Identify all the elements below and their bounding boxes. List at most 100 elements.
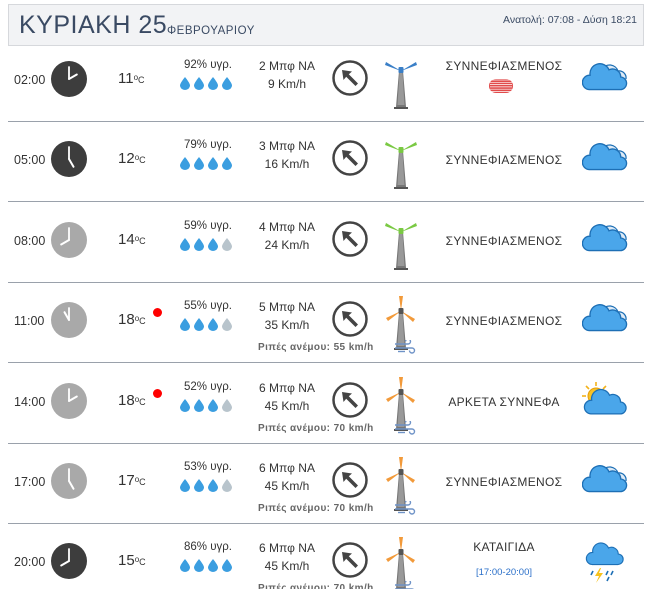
weather-condition: ΣΥΝΝΕΦΙΑΣΜΕΝΟΣ xyxy=(445,475,563,489)
humidity-drop-icon xyxy=(208,237,218,256)
gust-label: Ριπές ανέμου: xyxy=(258,422,331,434)
humidity-drop-icon xyxy=(222,559,232,577)
wind-speed: 16 Km/h xyxy=(264,157,310,172)
row-time: 11:00 xyxy=(14,314,45,329)
wind-beaufort: 6 Μπφ ΝΑ xyxy=(259,541,315,556)
month-label: ΦΕΒΡΟΥΑΡΙΟΥ xyxy=(167,25,255,37)
wind-direction-arrow-icon xyxy=(331,461,369,504)
clock-icon xyxy=(51,61,87,97)
humidity-drops xyxy=(180,559,232,577)
temperature: 15oC xyxy=(118,552,146,570)
humidity-drop-icon xyxy=(194,77,204,95)
wind-turbine-icon xyxy=(382,214,420,277)
wind-direction-arrow-icon xyxy=(331,381,369,424)
humidity-drop-icon xyxy=(208,318,218,336)
humidity-drop-icon xyxy=(208,479,218,497)
wind-gust: Ριπές ανέμου: 70 km/h xyxy=(258,583,374,589)
wind-speed: 45 Km/h xyxy=(264,398,310,413)
temperature-value: 14 xyxy=(118,230,135,248)
humidity-drop-icon xyxy=(222,77,232,95)
humidity-drop-icon xyxy=(180,398,190,417)
wind-beaufort: 5 Μπφ ΝΑ xyxy=(259,300,315,315)
temperature: 14oC xyxy=(118,230,146,248)
cloud-weather-icon xyxy=(581,139,628,188)
wind-gust: Ριπές ανέμου: 70 km/h xyxy=(258,423,374,434)
humidity-drop-icon xyxy=(194,157,204,175)
forecast-row: 20:00 15oC 86% υγρ. 6 Μπφ ΝΑ 45 Km/h Ριπ… xyxy=(8,524,644,589)
humidity-drops xyxy=(180,398,232,417)
temperature-unit: C xyxy=(139,316,146,327)
humidity-drop-icon xyxy=(180,318,190,336)
wind-beaufort: 6 Μπφ ΝΑ xyxy=(259,461,315,475)
forecast-row: 05:00 12oC 79% υγρ. 3 Μπφ ΝΑ 16 Km/h ΣΥΝ… xyxy=(8,122,644,203)
wind-beaufort: 2 Μπφ ΝΑ xyxy=(259,59,315,73)
humidity-value: 92% υγρ. xyxy=(184,59,232,71)
temperature-value: 18 xyxy=(118,311,135,329)
row-time: 02:00 xyxy=(14,73,46,87)
row-time: 05:00 xyxy=(14,153,46,168)
wind-speed: 35 Km/h xyxy=(264,318,310,333)
condition-period: [17:00-20:00] xyxy=(476,567,532,579)
humidity-drop-icon xyxy=(194,479,204,497)
wind-speed: 45 Km/h xyxy=(264,479,310,493)
weather-condition: ΣΥΝΝΕΦΙΑΣΜΕΝΟΣ xyxy=(445,314,563,329)
humidity-value: 53% υγρ. xyxy=(184,461,232,473)
gust-label: Ριπές ανέμου: xyxy=(258,583,331,589)
wind-direction-arrow-icon xyxy=(331,59,369,102)
clock-icon xyxy=(51,382,87,419)
day-title: ΚΥΡΙΑΚΗ 25 xyxy=(19,11,168,39)
storm-weather-icon xyxy=(582,541,628,589)
humidity-drops xyxy=(180,157,232,175)
forecast-row: 14:00 18oC 52% υγρ. 6 Μπφ ΝΑ 45 Km/h Ριπ… xyxy=(8,364,644,444)
humidity-drop-icon xyxy=(194,398,204,417)
humidity-drops xyxy=(180,318,232,336)
humidity-drops xyxy=(180,77,232,95)
day-header: ΚΥΡΙΑΚΗ 25 ΦΕΒΡΟΥΑΡΙΟΥ Ανατολή: 07:08 - … xyxy=(8,4,644,46)
temperature-unit: C xyxy=(139,396,146,407)
cloud-weather-icon xyxy=(581,59,628,108)
wind-gust: Ριπές ανέμου: 55 km/h xyxy=(258,342,374,353)
humidity-drop-icon xyxy=(222,237,232,256)
gust-wind-icon xyxy=(394,338,416,359)
gust-label: Ριπές ανέμου: xyxy=(258,503,331,514)
wind-speed: 24 Km/h xyxy=(264,237,310,252)
gust-label: Ριπές ανέμου: xyxy=(258,342,331,354)
row-time: 17:00 xyxy=(14,475,46,489)
weather-condition: ΣΥΝΝΕΦΙΑΣΜΕΝΟΣ xyxy=(445,233,563,248)
humidity-drop-icon xyxy=(208,398,218,417)
wind-beaufort: 3 Μπφ ΝΑ xyxy=(259,139,315,154)
humidity-drop-icon xyxy=(180,237,190,256)
row-time: 14:00 xyxy=(14,394,46,409)
humidity-value: 59% υγρ. xyxy=(184,219,232,232)
wind-turbine-icon xyxy=(382,53,420,116)
humidity-drop-icon xyxy=(222,479,232,497)
temperature: 18oC xyxy=(118,311,146,329)
wind-turbine-icon xyxy=(382,133,420,196)
cloud-weather-icon xyxy=(581,220,628,269)
humidity-drop-icon xyxy=(222,318,232,336)
humidity-drop-icon xyxy=(208,77,218,95)
rain-bar-icon xyxy=(489,79,513,98)
wind-speed: 45 Km/h xyxy=(264,559,310,574)
weather-condition: ΑΡΚΕΤΑ ΣΥΝΝΕΦΑ xyxy=(448,394,560,409)
humidity-value: 52% υγρ. xyxy=(184,380,232,393)
temperature: 11oC xyxy=(118,70,145,87)
wind-direction-arrow-icon xyxy=(331,541,369,584)
clock-icon xyxy=(51,302,87,339)
row-time: 08:00 xyxy=(14,233,46,248)
temperature-unit: C xyxy=(139,235,146,246)
temperature-unit: C xyxy=(139,557,146,568)
clock-icon xyxy=(51,141,87,178)
forecast-row: 02:00 11oC 92% υγρ. 2 Μπφ ΝΑ 9 Km/h ΣΥΝΝ… xyxy=(8,42,644,122)
temperature: 12oC xyxy=(118,150,146,168)
cloud-weather-icon xyxy=(581,300,628,349)
humidity-value: 86% υγρ. xyxy=(184,541,232,554)
wind-beaufort: 4 Μπφ ΝΑ xyxy=(259,219,315,234)
heat-alert-dot xyxy=(153,388,162,398)
humidity-drop-icon xyxy=(180,559,190,577)
humidity-value: 55% υγρ. xyxy=(184,300,232,313)
wind-gust: Ριπές ανέμου: 70 km/h xyxy=(258,503,374,514)
temperature-unit: C xyxy=(139,477,146,487)
temperature: 18oC xyxy=(118,391,146,409)
humidity-drop-icon xyxy=(208,559,218,577)
